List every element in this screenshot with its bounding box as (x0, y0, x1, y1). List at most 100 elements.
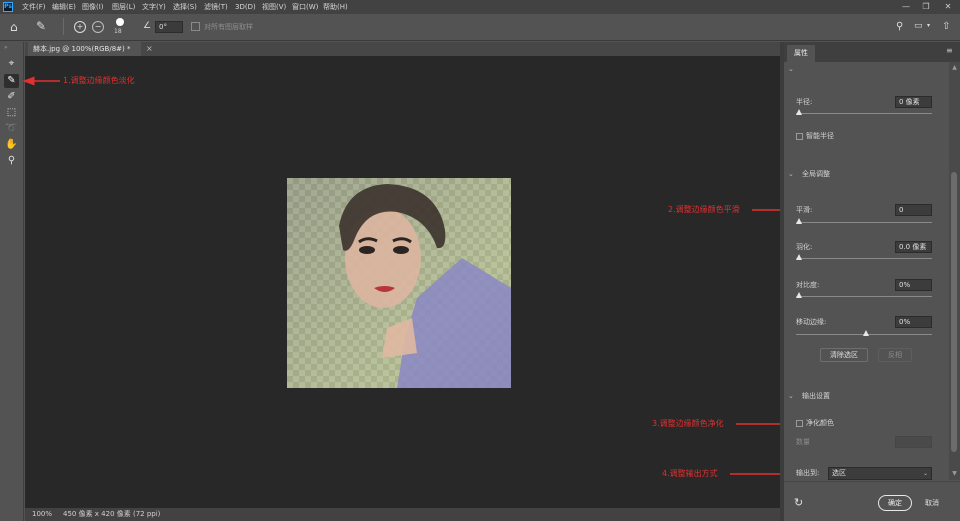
global-adjustments-title: 全局调整 (802, 170, 830, 178)
zoom-level[interactable]: 100% (32, 508, 52, 521)
share-icon[interactable]: ⇧ (942, 21, 950, 32)
reset-icon[interactable]: ↻ (794, 496, 803, 509)
radius-slider-thumb[interactable] (796, 109, 802, 115)
tool-panel: » ⌖ ✎ ✐ ⬚ ➰ ✋ ⚲ (0, 42, 24, 521)
hand-tool-icon[interactable]: ✋ (4, 138, 19, 152)
cancel-button[interactable]: 取消 (918, 495, 946, 511)
smooth-slider-thumb[interactable] (796, 218, 802, 224)
photoshop-logo-icon: Ps (3, 2, 13, 12)
output-settings-header[interactable]: ⌄ 输出设置 (788, 391, 830, 402)
output-to-label: 输出到: (796, 469, 820, 477)
portrait-image[interactable] (287, 178, 511, 388)
contrast-input[interactable]: 0% (895, 279, 932, 291)
shift-edge-input[interactable]: 0% (895, 316, 932, 328)
output-to-value: 选区 (832, 469, 846, 477)
sample-all-layers-checkbox[interactable] (191, 22, 200, 31)
document-tab-bar: 赫本.jpg @ 100%(RGB/8#) * × (25, 42, 780, 56)
annotation-label-1: 1.调整边缘颜色淡化 (63, 76, 135, 85)
brush-size-value: 18 (114, 28, 122, 35)
zoom-tool-icon[interactable]: ⚲ (4, 154, 19, 168)
menu-view[interactable]: 视图(V) (262, 1, 286, 13)
tab-properties[interactable]: 属性 (787, 45, 815, 62)
chevron-down-icon[interactable]: ⌄ (788, 169, 802, 180)
radius-input[interactable]: 0 像素 (895, 96, 932, 108)
document-info[interactable]: 450 像素 x 420 像素 (72 ppi) (63, 508, 160, 521)
contrast-slider[interactable] (796, 296, 932, 297)
smooth-input[interactable]: 0 (895, 204, 932, 216)
close-icon[interactable]: ✕ (941, 0, 955, 14)
menu-image[interactable]: 图像(I) (82, 1, 104, 13)
scroll-up-icon[interactable]: ▲ (949, 64, 960, 71)
chevron-down-icon: ⌄ (922, 470, 928, 477)
smooth-slider[interactable] (796, 222, 932, 223)
shift-edge-slider-thumb[interactable] (863, 330, 869, 336)
menu-edit[interactable]: 编辑(E) (52, 1, 76, 13)
feather-slider-thumb[interactable] (796, 254, 802, 260)
search-icon[interactable]: ⚲ (896, 21, 903, 32)
output-settings-title: 输出设置 (802, 392, 830, 400)
divider (63, 18, 64, 35)
chevron-down-icon[interactable]: ▾ (927, 22, 930, 29)
smart-radius-checkbox[interactable] (796, 133, 803, 140)
panel-scrollbar[interactable]: ▲ ▼ (949, 62, 960, 480)
ok-button[interactable]: 确定 (878, 495, 912, 511)
workspace-icon[interactable]: ▭ (914, 21, 923, 31)
refine-brush-tool-icon[interactable]: ✎ (36, 19, 46, 33)
menu-window[interactable]: 窗口(W) (292, 1, 318, 13)
shift-edge-label: 移动边缘: (796, 318, 827, 326)
collapsed-section-chevron[interactable]: ⌄ (788, 64, 802, 75)
radius-label: 半径: (796, 98, 813, 106)
chevron-down-icon[interactable]: ⌄ (788, 391, 802, 402)
panel-menu-icon[interactable]: ≡ (946, 46, 953, 55)
lasso-tool-icon[interactable]: ➰ (4, 122, 19, 136)
output-to-select[interactable]: 选区 ⌄ (828, 467, 932, 480)
brush-tool-icon[interactable]: ✐ (4, 90, 19, 104)
menu-file[interactable]: 文件(F) (22, 1, 46, 13)
sample-all-layers-label: 对所有图层取样 (204, 23, 253, 31)
menu-layer[interactable]: 图层(L) (112, 1, 135, 13)
document-tab[interactable]: 赫本.jpg @ 100%(RGB/8#) * (28, 42, 141, 56)
minimize-icon[interactable]: — (899, 0, 913, 14)
brush-preset-icon[interactable] (116, 18, 124, 26)
amount-label: 数量 (796, 438, 810, 446)
menu-type[interactable]: 文字(Y) (142, 1, 166, 13)
home-icon[interactable]: ⌂ (10, 20, 18, 34)
close-tab-icon[interactable]: × (146, 42, 153, 56)
scroll-down-icon[interactable]: ▼ (949, 470, 960, 477)
feather-label: 羽化: (796, 243, 813, 251)
feather-slider[interactable] (796, 258, 932, 259)
feather-input[interactable]: 0.0 像素 (895, 241, 932, 253)
collapse-icon[interactable]: » (4, 44, 8, 51)
panel-footer: ↻ 确定 取消 (784, 481, 960, 521)
decontaminate-colors-checkbox[interactable] (796, 420, 803, 427)
menu-bar: Ps 文件(F) 编辑(E) 图像(I) 图层(L) 文字(Y) 选择(S) 滤… (0, 0, 960, 14)
restore-icon[interactable]: ❐ (919, 0, 933, 14)
panel-tab-bar: 属性 ≡ (784, 42, 960, 62)
menu-select[interactable]: 选择(S) (173, 1, 197, 13)
refine-edge-brush-tool-icon[interactable]: ✎ (4, 74, 19, 88)
status-bar: 100% 450 像素 x 420 像素 (72 ppi) (25, 508, 780, 521)
menu-3d[interactable]: 3D(D) (235, 1, 256, 13)
contrast-label: 对比度: (796, 281, 820, 289)
global-adjustments-header[interactable]: ⌄ 全局调整 (788, 169, 830, 180)
invert-button[interactable]: 反相 (878, 348, 912, 362)
clear-selection-button[interactable]: 清除选区 (820, 348, 868, 362)
radius-slider[interactable] (796, 113, 932, 114)
object-selection-tool-icon[interactable]: ⬚ (4, 106, 19, 120)
smooth-label: 平滑: (796, 206, 813, 214)
contrast-slider-thumb[interactable] (796, 292, 802, 298)
quick-selection-tool-icon[interactable]: ⌖ (4, 57, 19, 71)
menu-filter[interactable]: 滤镜(T) (204, 1, 228, 13)
portrait-illustration (339, 184, 511, 388)
menu-help[interactable]: 帮助(H) (323, 1, 348, 13)
chevron-down-icon[interactable]: ⌄ (788, 64, 802, 75)
subtract-from-selection-icon[interactable]: − (92, 21, 104, 33)
add-to-selection-icon[interactable]: + (74, 21, 86, 33)
properties-panel: 属性 ≡ ▲ ▼ ⌄ 半径: 0 像素 智能半径 ⌄ 全局调整 平滑: 0 羽化:… (784, 42, 960, 521)
scroll-thumb[interactable] (951, 172, 957, 452)
annotation-label-3: 3.调整边缘颜色净化 (652, 419, 724, 428)
angle-input[interactable]: 0° (155, 21, 183, 33)
annotation-label-2: 2.调整边缘颜色平滑 (668, 205, 740, 214)
amount-input[interactable] (895, 436, 932, 448)
angle-icon: ∠ (143, 21, 152, 31)
